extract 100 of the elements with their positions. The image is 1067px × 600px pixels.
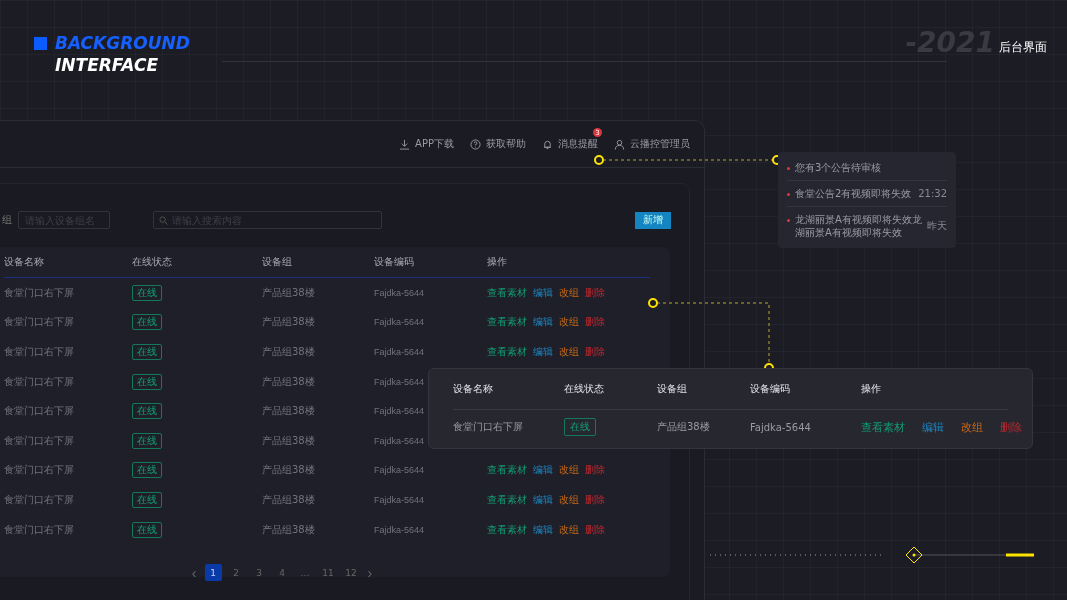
search-icon (159, 216, 168, 225)
table-cell: 产品组38楼 (262, 492, 315, 507)
column-header: 设备名称 (453, 382, 494, 396)
status-tag: 在线 (132, 521, 162, 538)
unread-dot-icon (787, 193, 790, 196)
column-header: 设备组 (262, 255, 293, 269)
column-header: 操作 (487, 255, 508, 269)
brand-square-icon (34, 37, 47, 50)
action-link[interactable]: 删除 (585, 285, 605, 300)
filter-label: 组 (2, 213, 12, 227)
action-link[interactable]: 查看素材 (487, 345, 527, 359)
topbar-link[interactable]: 获取帮助 (470, 137, 526, 151)
bell-icon (542, 138, 553, 150)
action-link[interactable]: 删除 (585, 522, 605, 537)
action-link[interactable]: 查看素材 (861, 419, 905, 435)
brand-title: BACKGROUND (55, 32, 190, 54)
table-cell: 食堂门口右下屏 (4, 345, 74, 359)
action-link[interactable]: 编辑 (533, 315, 553, 330)
table-cell: 食堂门口右下屏 (4, 404, 74, 419)
brand-subtitle: INTERFACE (55, 54, 159, 76)
notification-text[interactable]: 龙湖丽景A有视频即将失效龙湖丽景A有视频即将失效 (795, 213, 922, 239)
table-cell: 食堂门口右下屏 (4, 285, 74, 300)
action-link[interactable]: 编辑 (533, 345, 553, 359)
table-cell: Fajdka-5644 (374, 406, 425, 417)
action-link[interactable]: 改组 (559, 463, 579, 478)
table-cell: 食堂门口右下屏 (4, 433, 74, 448)
table-cell: 产品组38楼 (262, 463, 315, 478)
table-cell-text: Fajdka-5644 (750, 421, 812, 433)
page-button[interactable]: 4 (273, 564, 291, 582)
table-cell: Fajdka-5644 (374, 435, 425, 446)
action-link[interactable]: 改组 (559, 492, 579, 507)
action-link[interactable]: 改组 (559, 522, 579, 537)
action-link[interactable]: 改组 (961, 419, 983, 435)
status-tag: 在线 (132, 432, 162, 449)
topbar-link[interactable]: 消息提醒 (542, 137, 598, 151)
column-header: 在线状态 (132, 255, 173, 269)
topbar-link[interactable]: APP下载 (399, 137, 454, 151)
notification-time: 昨天 (927, 219, 947, 233)
page-button[interactable]: 11 (319, 564, 337, 582)
table-cell: 食堂门口右下屏 (4, 492, 74, 507)
topbar-link[interactable]: 云播控管理员 (614, 137, 690, 151)
table-cell: Fajdka-5644 (374, 317, 425, 328)
table-cell: 产品组38楼 (262, 285, 315, 300)
column-header: 设备编码 (750, 382, 791, 396)
table-cell: Fajdka-5644 (374, 465, 425, 476)
connector-node-icon (648, 298, 658, 308)
action-link[interactable]: 删除 (585, 315, 605, 330)
page-button[interactable]: 3 (250, 564, 268, 582)
table-cell: 产品组38楼 (262, 522, 315, 537)
action-link[interactable]: 删除 (1000, 419, 1022, 435)
page-button[interactable]: 12 (342, 564, 360, 582)
table-cell: Fajdka-5644 (374, 287, 425, 298)
table-cell: 食堂门口右下屏 (4, 463, 74, 478)
status-tag: 在线 (132, 403, 162, 420)
action-link[interactable]: 编辑 (533, 522, 553, 537)
notification-time: 21:32 (918, 188, 947, 199)
notification-text[interactable]: 食堂公告2有视频即将失效 (795, 187, 914, 200)
connector-node-icon (594, 155, 604, 165)
action-link[interactable]: 查看素材 (487, 315, 527, 330)
action-link[interactable]: 编辑 (533, 463, 553, 478)
action-link[interactable]: 编辑 (922, 419, 944, 435)
action-link[interactable]: 查看素材 (487, 492, 527, 507)
table-cell-text: 产品组38楼 (657, 420, 711, 434)
status-tag: 在线 (132, 462, 162, 479)
action-link[interactable]: 改组 (559, 345, 579, 359)
column-header: 设备编码 (374, 255, 415, 269)
page-title: 后台界面 (999, 39, 1047, 56)
table-cell: 产品组38楼 (262, 433, 315, 448)
page-button[interactable]: 2 (227, 564, 245, 582)
action-link[interactable]: 删除 (585, 492, 605, 507)
action-link[interactable]: 查看素材 (487, 285, 527, 300)
status-tag: 在线 (132, 344, 162, 360)
action-link[interactable]: 查看素材 (487, 463, 527, 478)
action-link[interactable]: 编辑 (533, 492, 553, 507)
table-cell: Fajdka-5644 (374, 376, 425, 387)
page-button[interactable]: … (296, 564, 314, 582)
column-header: 设备名称 (4, 255, 45, 269)
action-link[interactable]: 删除 (585, 345, 605, 359)
table-cell: Fajdka-5644 (374, 494, 425, 505)
status-tag: 在线 (564, 418, 596, 436)
table-cell: 产品组38楼 (262, 315, 315, 330)
action-link[interactable]: 改组 (559, 315, 579, 330)
status-tag: 在线 (132, 284, 162, 301)
prev-page-button[interactable]: ‹ (189, 564, 199, 581)
add-button[interactable]: 新增 (635, 211, 671, 229)
column-header: 在线状态 (564, 382, 605, 396)
status-tag: 在线 (132, 314, 162, 331)
page-button[interactable]: 1 (204, 564, 222, 582)
table-cell: 食堂门口右下屏 (4, 522, 74, 537)
action-link[interactable]: 改组 (559, 285, 579, 300)
next-page-button[interactable]: › (365, 564, 375, 581)
column-header: 操作 (861, 382, 882, 396)
table-cell: 食堂门口右下屏 (4, 374, 74, 389)
action-link[interactable]: 编辑 (533, 285, 553, 300)
action-link[interactable]: 删除 (585, 463, 605, 478)
notification-text[interactable]: 您有3个公告待审核 (795, 161, 947, 174)
table-cell: 产品组38楼 (262, 404, 315, 419)
unread-dot-icon (787, 219, 790, 222)
column-header: 设备组 (657, 382, 688, 396)
action-link[interactable]: 查看素材 (487, 522, 527, 537)
